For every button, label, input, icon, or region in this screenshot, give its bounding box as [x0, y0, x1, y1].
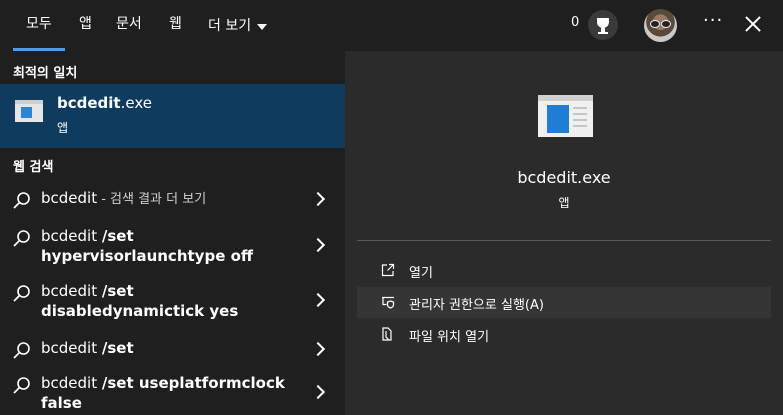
list-item[interactable]: bcdedit - 검색 결과 더 보기	[0, 188, 345, 210]
list-item[interactable]: bcdedit /set	[0, 338, 345, 360]
chevron-down-icon	[257, 23, 268, 30]
tab-all[interactable]: 모두	[13, 0, 65, 51]
ellipsis-icon[interactable]: ···	[703, 10, 723, 31]
tab-documents[interactable]: 문서	[116, 0, 142, 51]
file-location-icon	[382, 327, 392, 341]
divider	[357, 240, 771, 241]
best-match-heading: 최적의 일치	[13, 66, 78, 81]
preview-pane: bcdedit.exe 앱 열기 관리자 권한으로 실행(A) 파일 위치 열기	[345, 51, 783, 415]
web-search-heading: 웹 검색	[13, 160, 54, 175]
open-action[interactable]: 열기	[357, 255, 771, 286]
tab-web[interactable]: 웹	[169, 0, 182, 51]
chevron-right-icon	[310, 384, 326, 400]
avatar[interactable]	[644, 9, 677, 42]
open-icon	[381, 263, 395, 277]
best-match-type: 앱	[57, 121, 69, 135]
open-file-location-label: 파일 위치 열기	[409, 330, 490, 345]
best-match-name: bcdedit.exe	[57, 94, 152, 112]
app-window-icon	[538, 95, 593, 137]
trophy-icon[interactable]	[588, 10, 618, 40]
search-icon	[13, 192, 30, 209]
list-item[interactable]: bcdedit /set useplatformclock false	[0, 373, 345, 415]
rewards-points: 0	[571, 15, 580, 30]
tab-more[interactable]: 더 보기	[208, 0, 268, 51]
search-icon	[13, 230, 30, 247]
best-match-item[interactable]: bcdedit.exe 앱	[0, 84, 345, 148]
list-item[interactable]: bcdedit /set hypervisorlaunchtype off	[0, 226, 345, 268]
tab-apps[interactable]: 앱	[79, 0, 92, 51]
preview-app-type: 앱	[558, 196, 570, 210]
open-file-location-action[interactable]: 파일 위치 열기	[357, 319, 771, 350]
search-icon	[13, 342, 30, 359]
search-icon	[13, 285, 30, 302]
chevron-right-icon	[310, 341, 326, 357]
preview-app-name: bcdedit.exe	[517, 168, 611, 187]
tab-more-label: 더 보기	[208, 17, 252, 34]
results-list: 최적의 일치 bcdedit.exe 앱 웹 검색 bcdedit - 검색 결…	[0, 51, 345, 415]
shield-icon	[382, 296, 395, 309]
list-item[interactable]: bcdedit /set disabledynamictick yes	[0, 281, 345, 323]
top-bar: 모두 앱 문서 웹 더 보기 0 ···	[0, 0, 783, 51]
chevron-right-icon	[310, 292, 326, 308]
chevron-right-icon	[310, 191, 326, 207]
chevron-right-icon	[310, 237, 326, 253]
open-action-label: 열기	[409, 266, 433, 281]
app-window-icon	[15, 100, 43, 122]
close-icon[interactable]	[745, 16, 761, 32]
run-as-admin-action[interactable]: 관리자 권한으로 실행(A)	[357, 287, 771, 318]
search-icon	[13, 377, 30, 394]
run-as-admin-label: 관리자 권한으로 실행(A)	[409, 298, 544, 313]
